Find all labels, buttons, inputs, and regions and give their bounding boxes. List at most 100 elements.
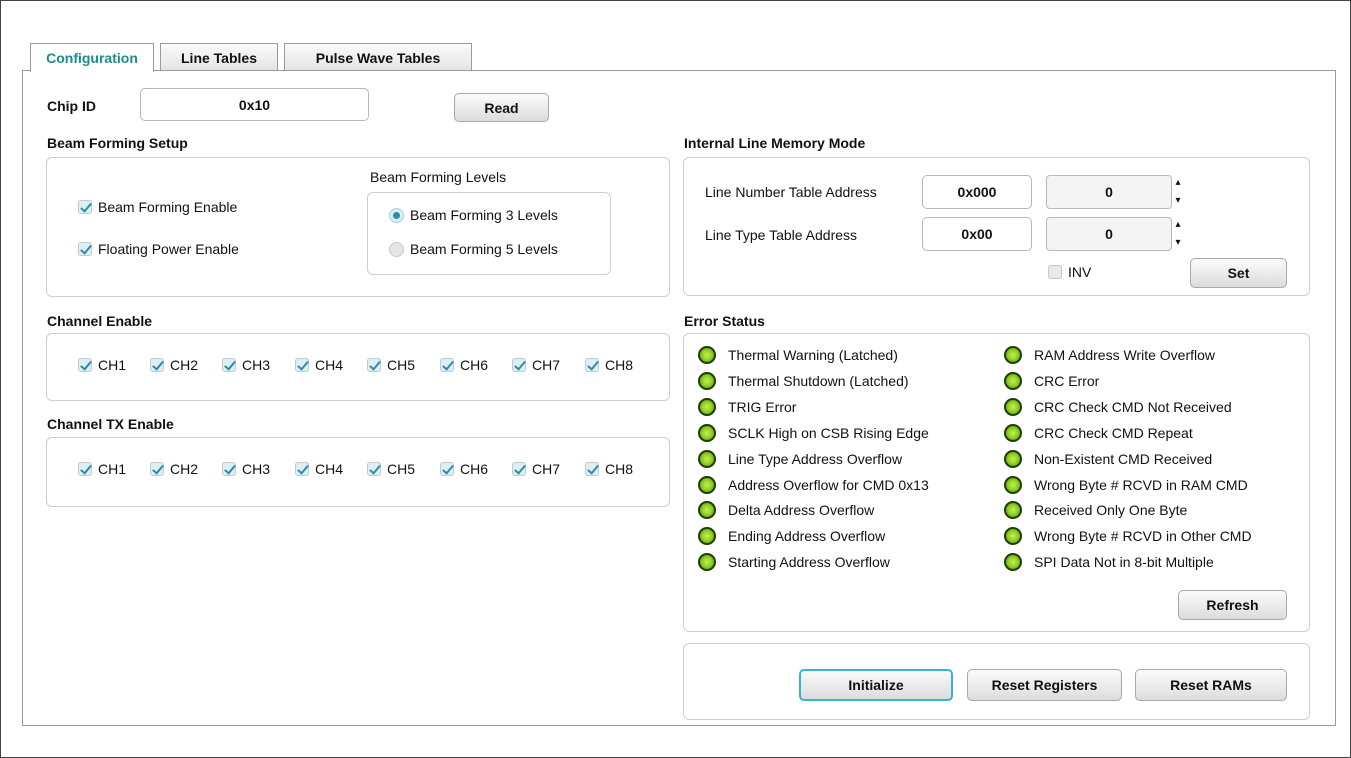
- spin-up-icon[interactable]: ▴: [1175, 178, 1180, 188]
- reset-registers-button[interactable]: Reset Registers: [967, 669, 1122, 701]
- line-type-spinbox[interactable]: 0: [1046, 217, 1172, 251]
- beam-forming-title: Beam Forming Setup: [47, 135, 188, 151]
- error-status-item: Thermal Shutdown (Latched): [698, 372, 909, 390]
- status-led-icon: [1004, 424, 1022, 442]
- error-status-item: Non-Existent CMD Received: [1004, 450, 1212, 468]
- checkbox-icon: [1048, 265, 1062, 279]
- error-label: CRC Check CMD Not Received: [1034, 399, 1232, 415]
- status-led-icon: [698, 398, 716, 416]
- line-type-address-field[interactable]: 0x00: [922, 217, 1032, 251]
- error-status-item: Address Overflow for CMD 0x13: [698, 476, 929, 494]
- channel-enable-ch1[interactable]: CH1: [78, 357, 126, 373]
- beam-forming-enable-label: Beam Forming Enable: [98, 199, 238, 215]
- channel-enable-ch8[interactable]: CH8: [585, 357, 633, 373]
- checkbox-icon: [78, 462, 92, 476]
- status-led-icon: [698, 346, 716, 364]
- checkbox-icon: [295, 358, 309, 372]
- error-status-item: CRC Check CMD Repeat: [1004, 424, 1193, 442]
- checkbox-icon: [367, 358, 381, 372]
- beam-forming-enable-checkbox[interactable]: Beam Forming Enable: [78, 199, 237, 215]
- chip-id-field: 0x10: [140, 88, 369, 121]
- beam-forming-3-levels-label: Beam Forming 3 Levels: [410, 207, 558, 223]
- line-number-spinbox[interactable]: 0: [1046, 175, 1172, 209]
- status-led-icon: [1004, 501, 1022, 519]
- initialize-button[interactable]: Initialize: [799, 669, 953, 701]
- channel-label: CH6: [460, 357, 489, 373]
- channel-label: CH8: [605, 461, 634, 477]
- error-label: Starting Address Overflow: [728, 554, 890, 570]
- tab-configuration[interactable]: Configuration: [30, 43, 154, 72]
- line-type-spin-arrows[interactable]: ▴ ▾: [1173, 220, 1183, 248]
- channel-tx-enable-ch1[interactable]: CH1: [78, 461, 126, 477]
- error-label: Line Type Address Overflow: [728, 451, 903, 467]
- beam-forming-5-levels-label: Beam Forming 5 Levels: [410, 241, 558, 257]
- set-button[interactable]: Set: [1190, 258, 1287, 288]
- checkbox-icon: [440, 358, 454, 372]
- reset-rams-button[interactable]: Reset RAMs: [1135, 669, 1287, 701]
- inv-label: INV: [1068, 264, 1092, 280]
- channel-enable-ch4[interactable]: CH4: [295, 357, 343, 373]
- channel-tx-enable-ch4[interactable]: CH4: [295, 461, 343, 477]
- channel-enable-ch7[interactable]: CH7: [512, 357, 560, 373]
- error-label: Wrong Byte # RCVD in RAM CMD: [1034, 477, 1248, 493]
- spin-up-icon[interactable]: ▴: [1175, 220, 1180, 230]
- tab-line-tables[interactable]: Line Tables: [160, 43, 278, 71]
- channel-label: CH4: [315, 461, 344, 477]
- error-label: CRC Check CMD Repeat: [1034, 425, 1193, 441]
- status-led-icon: [698, 553, 716, 571]
- error-label: Received Only One Byte: [1034, 502, 1188, 518]
- channel-enable-ch5[interactable]: CH5: [367, 357, 415, 373]
- beam-forming-3-levels-radio[interactable]: Beam Forming 3 Levels: [389, 207, 558, 223]
- status-led-icon: [1004, 527, 1022, 545]
- error-status-item: Thermal Warning (Latched): [698, 346, 898, 364]
- status-led-icon: [1004, 476, 1022, 494]
- checkbox-icon: [367, 462, 381, 476]
- error-status-item: Line Type Address Overflow: [698, 450, 902, 468]
- channel-tx-enable-ch3[interactable]: CH3: [222, 461, 270, 477]
- channel-enable-ch6[interactable]: CH6: [440, 357, 488, 373]
- channel-tx-enable-title: Channel TX Enable: [47, 416, 174, 432]
- beam-forming-5-levels-radio[interactable]: Beam Forming 5 Levels: [389, 241, 558, 257]
- channel-tx-enable-ch2[interactable]: CH2: [150, 461, 198, 477]
- spin-down-icon[interactable]: ▾: [1175, 196, 1180, 206]
- inv-checkbox[interactable]: INV: [1048, 264, 1091, 280]
- radio-unselected-icon: [389, 241, 404, 257]
- error-status-item: Ending Address Overflow: [698, 527, 885, 545]
- refresh-button[interactable]: Refresh: [1178, 590, 1287, 620]
- checkbox-icon: [585, 358, 599, 372]
- error-status-item: Starting Address Overflow: [698, 553, 890, 571]
- error-status-item: SCLK High on CSB Rising Edge: [698, 424, 929, 442]
- error-label: Thermal Shutdown (Latched): [728, 373, 909, 389]
- channel-tx-enable-ch7[interactable]: CH7: [512, 461, 560, 477]
- status-led-icon: [698, 527, 716, 545]
- channel-label: CH3: [242, 357, 271, 373]
- checkbox-icon: [222, 358, 236, 372]
- channel-enable-ch3[interactable]: CH3: [222, 357, 270, 373]
- channel-tx-enable-ch5[interactable]: CH5: [367, 461, 415, 477]
- checkbox-icon: [78, 242, 92, 256]
- floating-power-enable-checkbox[interactable]: Floating Power Enable: [78, 241, 239, 257]
- tab-pulse-wave-tables[interactable]: Pulse Wave Tables: [284, 43, 472, 71]
- error-status-item: Received Only One Byte: [1004, 501, 1187, 519]
- line-number-address-field[interactable]: 0x000: [922, 175, 1032, 209]
- channel-tx-enable-group: [46, 437, 670, 507]
- channel-label: CH5: [387, 357, 416, 373]
- error-label: Thermal Warning (Latched): [728, 347, 898, 363]
- error-status-item: Wrong Byte # RCVD in Other CMD: [1004, 527, 1252, 545]
- channel-enable-ch2[interactable]: CH2: [150, 357, 198, 373]
- error-status-item: SPI Data Not in 8-bit Multiple: [1004, 553, 1214, 571]
- status-led-icon: [1004, 372, 1022, 390]
- checkbox-icon: [440, 462, 454, 476]
- floating-power-enable-label: Floating Power Enable: [98, 241, 239, 257]
- channel-tx-enable-ch8[interactable]: CH8: [585, 461, 633, 477]
- channel-tx-enable-ch6[interactable]: CH6: [440, 461, 488, 477]
- radio-selected-icon: [389, 207, 404, 223]
- error-label: Wrong Byte # RCVD in Other CMD: [1034, 528, 1252, 544]
- spin-down-icon[interactable]: ▾: [1175, 238, 1180, 248]
- line-number-spin-arrows[interactable]: ▴ ▾: [1173, 178, 1183, 206]
- checkbox-icon: [150, 462, 164, 476]
- error-label: Ending Address Overflow: [728, 528, 886, 544]
- error-label: TRIG Error: [728, 399, 797, 415]
- line-memory-title: Internal Line Memory Mode: [684, 135, 866, 151]
- read-button[interactable]: Read: [454, 93, 549, 122]
